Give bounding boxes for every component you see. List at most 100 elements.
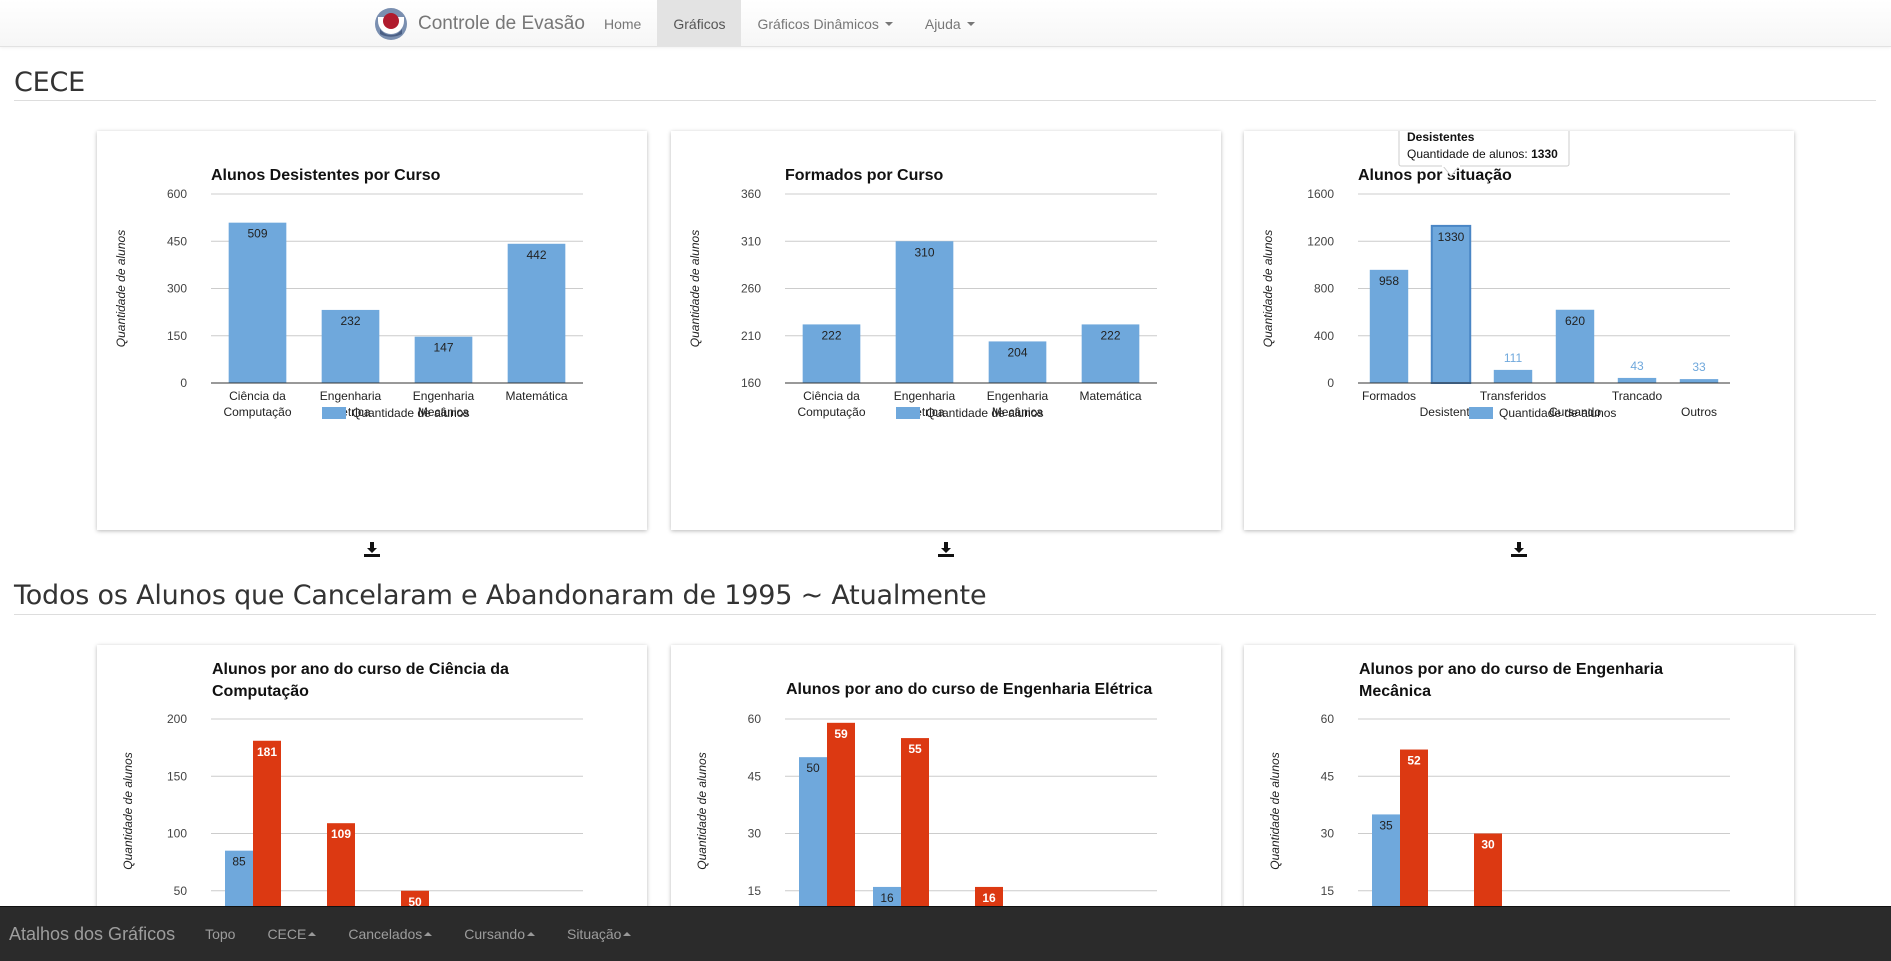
- y-tick-label: 400: [1314, 329, 1334, 343]
- chevron-up-icon: [424, 932, 433, 936]
- nav-menu: Home Gráficos Gráficos Dinâmicos Ajuda: [588, 0, 991, 47]
- chart-title: Alunos por situação: [1358, 167, 1512, 184]
- x-tick-label: Engenharia: [413, 389, 475, 403]
- chart-formados-por-curso: Formados por Curso 160 210 260 310 360 Quantid…: [688, 167, 1157, 420]
- x-tick-label: Formados: [1362, 389, 1416, 403]
- nav-graficos[interactable]: Gráficos: [657, 0, 742, 47]
- shortcut-cancelados[interactable]: Cancelados: [332, 926, 448, 942]
- data-label: 55: [908, 742, 922, 756]
- chart-title: Alunos Desistentes por Curso: [211, 167, 441, 184]
- y-tick-label: 300: [167, 282, 187, 296]
- y-tick-label: 200: [167, 712, 187, 726]
- y-tick-label: 310: [741, 234, 761, 248]
- shortcut-cece-label: CECE: [267, 926, 307, 942]
- nav-ajuda-label: Ajuda: [924, 15, 961, 32]
- y-axis-label: Quantidade de alunos: [121, 752, 135, 869]
- download-icon[interactable]: [1510, 541, 1528, 559]
- plot-area: 0 150 300 450 600 Quantidade de alunos 509 Ciên…: [114, 187, 583, 420]
- data-label: 958: [1379, 274, 1399, 288]
- y-tick-label: 800: [1314, 282, 1334, 296]
- chevron-up-icon: [308, 932, 317, 936]
- tooltip-pointer-mask: [1442, 164, 1460, 167]
- y-tick-label: 160: [741, 376, 761, 390]
- section-divider: [14, 614, 1876, 615]
- x-tick-label: Computação: [797, 405, 865, 419]
- nav-ajuda[interactable]: Ajuda: [909, 0, 991, 47]
- y-tick-label: 210: [741, 329, 761, 343]
- legend-label: Quantidade de alunos: [1499, 406, 1616, 420]
- y-tick-label: 30: [748, 827, 762, 841]
- shortcut-cursando[interactable]: Cursando: [448, 926, 551, 942]
- chart-title: Alunos por ano do curso de Engenharia Me…: [1359, 661, 1664, 700]
- legend-label: Quantidade de alunos: [926, 406, 1043, 420]
- chart-card-desistentes: Alunos Desistentes por Curso 0 150 300 450 60…: [97, 131, 647, 530]
- chart-card-cc-ano: 50 100 150 200 Quantidade de alunos 85 181 109 5…: [97, 645, 647, 945]
- y-tick-label: 50: [174, 884, 188, 898]
- data-label: 147: [433, 341, 453, 355]
- data-label: 35: [1379, 818, 1393, 832]
- bottom-shortcuts-bar: Atalhos dos Gráficos Topo CECE Cancelado…: [0, 906, 1891, 961]
- chevron-down-icon: [966, 21, 975, 26]
- data-label: 111: [1504, 351, 1523, 365]
- bar: [895, 241, 954, 383]
- y-axis-label: Quantidade de alunos: [1268, 752, 1282, 869]
- x-tick-label: Trancado: [1612, 389, 1663, 403]
- section-title-cece: CECE: [14, 67, 86, 98]
- x-tick-label: Ciência da: [229, 389, 286, 403]
- y-axis-label: Quantidade de alunos: [695, 752, 709, 869]
- y-tick-label: 1600: [1307, 187, 1334, 201]
- x-tick-label: Transferidos: [1480, 389, 1546, 403]
- data-label: 620: [1565, 314, 1585, 328]
- shortcut-situacao[interactable]: Situação: [551, 926, 647, 942]
- data-label: 16: [880, 891, 894, 905]
- chevron-down-icon: [884, 21, 893, 26]
- bar: [1430, 224, 1472, 384]
- y-tick-label: 360: [741, 187, 761, 201]
- legend-swatch: [896, 407, 920, 419]
- x-tick-label: Ciência da: [803, 389, 860, 403]
- x-tick-label: Engenharia: [320, 389, 382, 403]
- bottom-brand[interactable]: Atalhos dos Gráficos: [0, 924, 189, 945]
- x-tick-label: Matemática: [505, 389, 567, 403]
- bar: [1679, 379, 1719, 383]
- shortcut-cancelados-label: Cancelados: [348, 926, 423, 942]
- tooltip-value: 1330: [1531, 147, 1558, 161]
- y-tick-label: 60: [748, 712, 762, 726]
- y-axis-label: Quantidade de alunos: [1261, 230, 1275, 347]
- y-tick-label: 45: [1321, 769, 1335, 783]
- y-tick-label: 150: [167, 769, 187, 783]
- data-label: 43: [1630, 359, 1644, 373]
- chart-alunos-por-situacao: Alunos por situação 0 400 800 1200 1600 Quanti…: [1261, 131, 1730, 420]
- y-axis-label: Quantidade de alunos: [688, 230, 702, 347]
- data-label: 222: [821, 328, 841, 342]
- y-tick-label: 100: [167, 827, 187, 841]
- y-tick-label: 15: [748, 884, 762, 898]
- data-label: 50: [806, 761, 820, 775]
- data-label: 509: [247, 227, 267, 241]
- tooltip-value-line: Quantidade de alunos: 1330: [1407, 147, 1558, 161]
- legend-label: Quantidade de alunos: [352, 406, 469, 420]
- data-label: 52: [1407, 754, 1421, 768]
- chart-desistentes-por-curso: Alunos Desistentes por Curso 0 150 300 450 60…: [114, 167, 583, 420]
- y-tick-label: 30: [1321, 827, 1335, 841]
- nav-graficos-dinamicos[interactable]: Gráficos Dinâmicos: [741, 0, 908, 47]
- x-tick-label: Computação: [223, 405, 291, 419]
- download-icon[interactable]: [363, 541, 381, 559]
- legend-swatch: [322, 407, 346, 419]
- nav-graficos-dinamicos-label: Gráficos Dinâmicos: [757, 15, 879, 32]
- nav-home[interactable]: Home: [588, 0, 657, 47]
- shortcut-cece[interactable]: CECE: [251, 926, 332, 942]
- brand-link[interactable]: Controle de Evasão: [374, 0, 585, 47]
- bar: [507, 243, 566, 383]
- legend: Quantidade de alunos: [1469, 406, 1616, 420]
- bar: [1617, 377, 1657, 383]
- download-icon[interactable]: [937, 541, 955, 559]
- shortcut-topo-label: Topo: [205, 926, 236, 942]
- y-tick-label: 0: [180, 376, 187, 390]
- x-tick-label: Engenharia: [987, 389, 1049, 403]
- shortcut-topo[interactable]: Topo: [189, 926, 251, 942]
- tooltip-series-label: Quantidade de alunos:: [1407, 147, 1531, 161]
- bar: [228, 222, 287, 383]
- plot-area: 160 210 260 310 360 Quantidade de alunos 222 Ci…: [688, 187, 1157, 420]
- data-label: 204: [1007, 345, 1027, 359]
